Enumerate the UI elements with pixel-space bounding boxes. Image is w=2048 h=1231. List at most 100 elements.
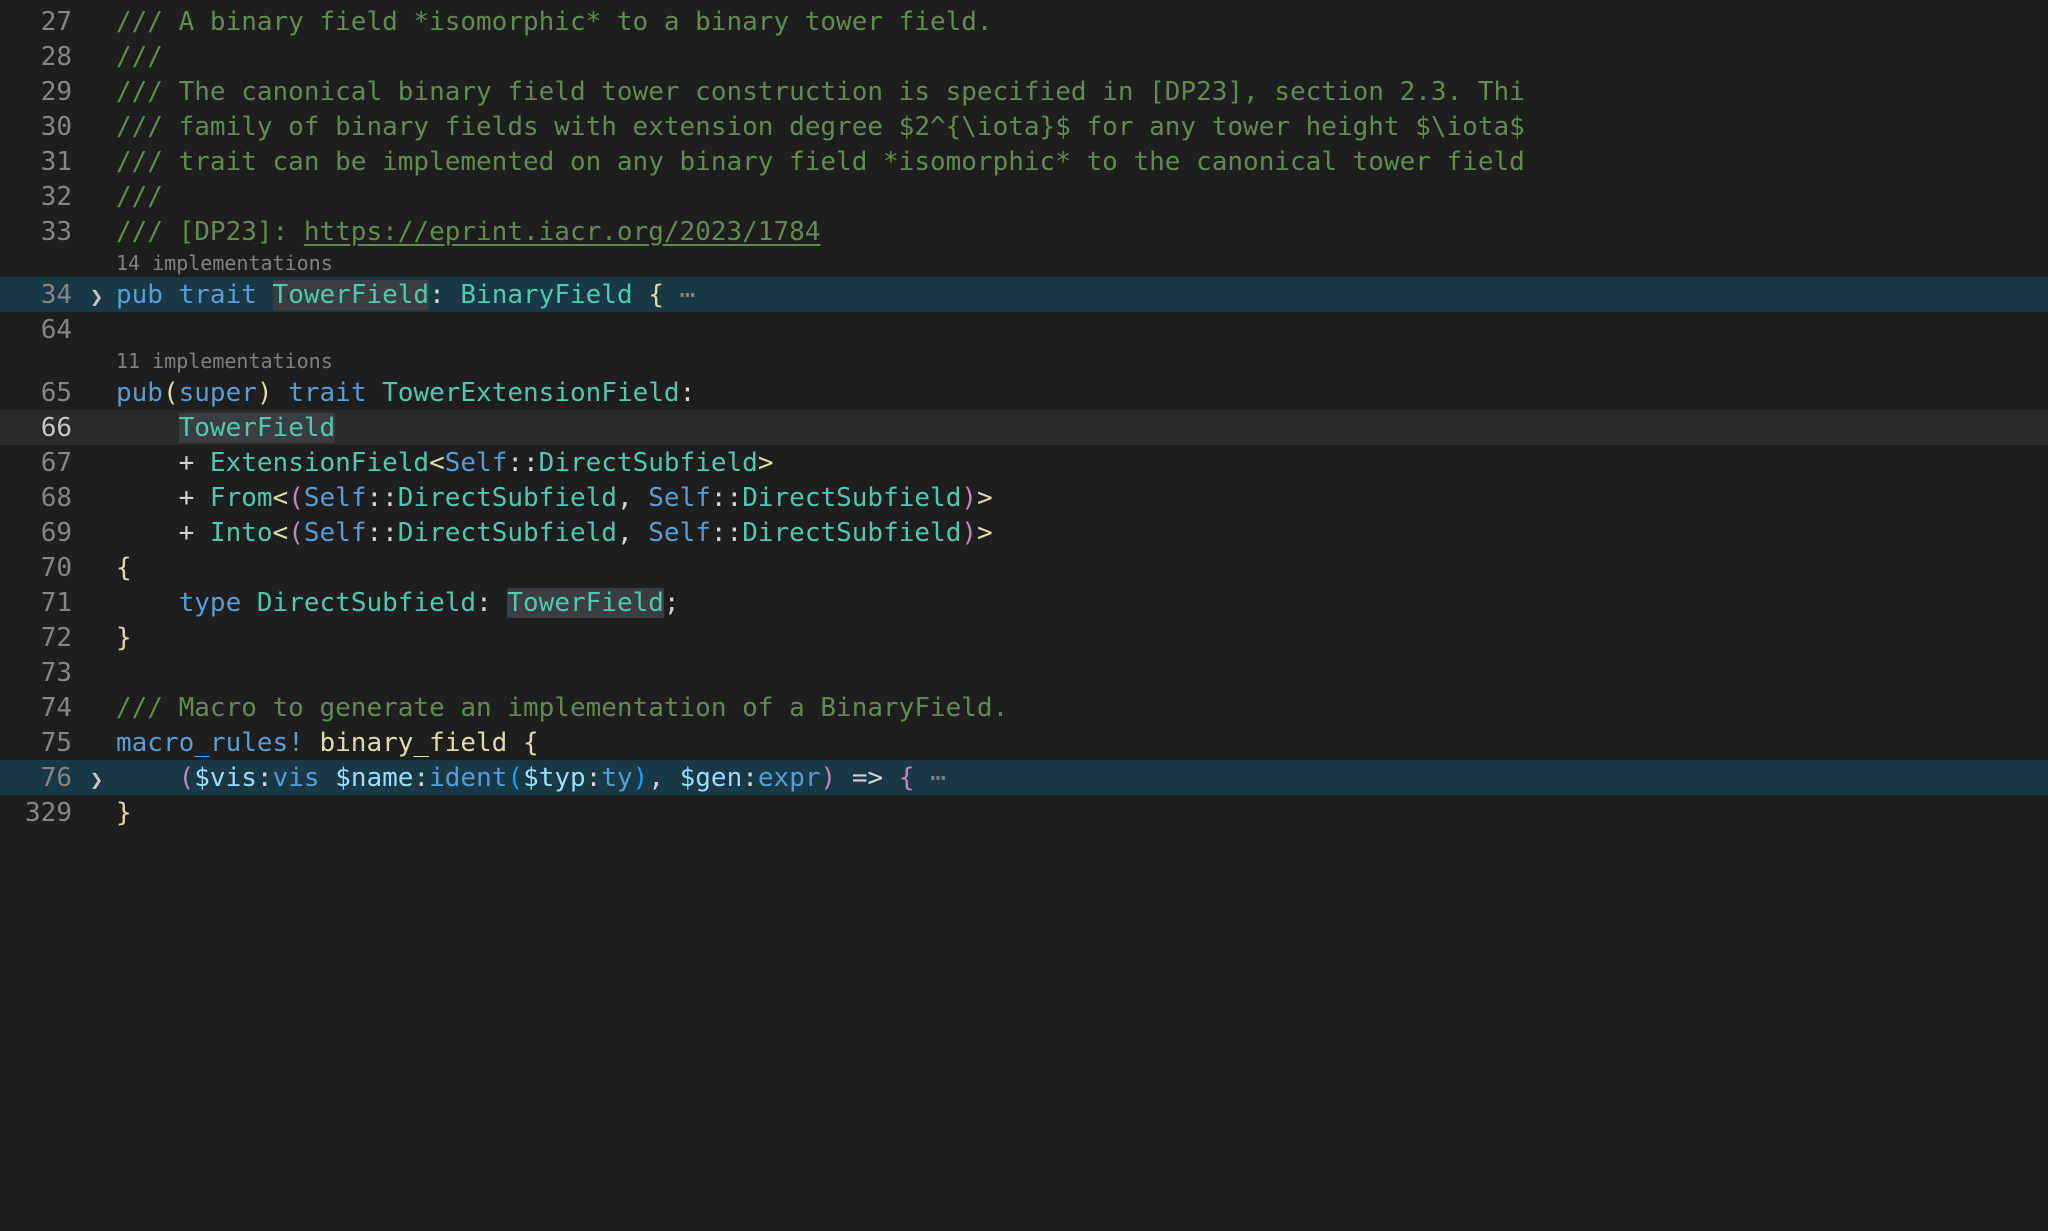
punct: :: [429, 280, 460, 310]
fold-chevron-icon[interactable]: ❯: [90, 280, 116, 310]
chevron-right-icon: ❯: [90, 287, 103, 309]
code-line[interactable]: 30 /// family of binary fields with exte…: [0, 109, 2048, 144]
angle: >: [977, 483, 993, 513]
punct: :: [586, 763, 602, 793]
keyword: trait: [163, 280, 273, 310]
line-number: 70: [0, 553, 90, 583]
code-line[interactable]: 34 ❯ pub trait TowerField: BinaryField {…: [0, 277, 2048, 312]
code-line[interactable]: 70 {: [0, 550, 2048, 585]
fragment-spec: vis: [273, 763, 320, 793]
line-number: 67: [0, 448, 90, 478]
code-line[interactable]: 28 ///: [0, 39, 2048, 74]
brace: }: [116, 798, 132, 828]
punct: ::: [507, 448, 538, 478]
comment: /// family of binary fields with extensi…: [116, 112, 1525, 142]
code-text: macro_rules! binary_field {: [116, 728, 539, 758]
punct: :: [413, 763, 429, 793]
code-line[interactable]: 67 + ExtensionField<Self::DirectSubfield…: [0, 445, 2048, 480]
brace: {: [116, 553, 132, 583]
indent: +: [116, 448, 210, 478]
code-line[interactable]: 65 pub(super) trait TowerExtensionField:: [0, 375, 2048, 410]
code-line[interactable]: 33 /// [DP23]: https://eprint.iacr.org/2…: [0, 214, 2048, 249]
keyword: Self: [648, 483, 711, 513]
type-name: TowerField: [179, 413, 336, 443]
punct: :: [680, 378, 696, 408]
brace: {: [523, 728, 539, 758]
keyword: Self: [304, 483, 367, 513]
angle: <: [273, 518, 289, 548]
angle: >: [758, 448, 774, 478]
fold-chevron-icon[interactable]: ❯: [90, 763, 116, 793]
code-line[interactable]: 76 ❯ ($vis:vis $name:ident($typ:ty), $ge…: [0, 760, 2048, 795]
brace: {: [899, 763, 915, 793]
paren: (: [163, 378, 179, 408]
fragment-spec: ty: [601, 763, 632, 793]
punct: =>: [836, 763, 899, 793]
line-number: 69: [0, 518, 90, 548]
assoc-type: DirectSubfield: [398, 518, 617, 548]
codelens[interactable]: 11 implementations: [0, 347, 2048, 375]
angle: <: [273, 483, 289, 513]
code-line[interactable]: 64: [0, 312, 2048, 347]
fragment-spec: expr: [758, 763, 821, 793]
type-name: TowerExtensionField: [382, 378, 679, 408]
line-number: 31: [0, 147, 90, 177]
keyword: pub: [116, 280, 163, 310]
type-name: BinaryField: [460, 280, 632, 310]
paren: (: [507, 763, 523, 793]
code-line[interactable]: 69 + Into<(Self::DirectSubfield, Self::D…: [0, 515, 2048, 550]
code-line[interactable]: 31 /// trait can be implemented on any b…: [0, 144, 2048, 179]
line-number: 75: [0, 728, 90, 758]
macro-keyword: macro_rules!: [116, 728, 304, 758]
type-name: ExtensionField: [210, 448, 429, 478]
code-line[interactable]: 75 macro_rules! binary_field {: [0, 725, 2048, 760]
keyword: Self: [648, 518, 711, 548]
code-line[interactable]: 74 /// Macro to generate an implementati…: [0, 690, 2048, 725]
line-number: 329: [0, 798, 90, 828]
assoc-type: DirectSubfield: [742, 483, 961, 513]
line-number: 71: [0, 588, 90, 618]
doc-link[interactable]: https://eprint.iacr.org/2023/1784: [304, 217, 821, 247]
macro-var: $name: [335, 763, 413, 793]
code-line[interactable]: 29 /// The canonical binary field tower …: [0, 74, 2048, 109]
code-editor[interactable]: 27 /// A binary field *isomorphic* to a …: [0, 0, 2048, 830]
code-line[interactable]: 32 ///: [0, 179, 2048, 214]
punct: ::: [366, 518, 397, 548]
punct: :: [476, 588, 507, 618]
code-line[interactable]: 72 }: [0, 620, 2048, 655]
comment: ///: [116, 182, 163, 212]
keyword: pub: [116, 378, 163, 408]
punct: ;: [664, 588, 680, 618]
code-text: + ExtensionField<Self::DirectSubfield>: [116, 448, 773, 478]
punct: [633, 280, 649, 310]
code-line[interactable]: 27 /// A binary field *isomorphic* to a …: [0, 4, 2048, 39]
space: [241, 588, 257, 618]
brace: {: [648, 280, 664, 310]
line-number: 74: [0, 693, 90, 723]
macro-var: $gen: [680, 763, 743, 793]
punct: ::: [366, 483, 397, 513]
line-number: 33: [0, 217, 90, 247]
code-line[interactable]: 71 type DirectSubfield: TowerField;: [0, 585, 2048, 620]
code-line[interactable]: 329 }: [0, 795, 2048, 830]
code-line-current[interactable]: 66 TowerField: [0, 410, 2048, 445]
paren: (: [288, 518, 304, 548]
keyword: super: [179, 378, 257, 408]
folded-code-icon[interactable]: ⋯: [914, 763, 945, 793]
keyword: Self: [445, 448, 508, 478]
code-line[interactable]: 68 + From<(Self::DirectSubfield, Self::D…: [0, 480, 2048, 515]
paren: ): [961, 518, 977, 548]
folded-code-icon[interactable]: ⋯: [664, 280, 695, 310]
code-text: /// [DP23]: https://eprint.iacr.org/2023…: [116, 217, 820, 247]
keyword: trait: [273, 378, 383, 408]
code-line[interactable]: 73: [0, 655, 2048, 690]
type-name: TowerField: [507, 588, 664, 618]
code-text: TowerField: [116, 413, 335, 443]
line-number: 72: [0, 623, 90, 653]
paren: ): [257, 378, 273, 408]
line-number: 66: [0, 413, 90, 443]
indent: +: [116, 518, 210, 548]
codelens[interactable]: 14 implementations: [0, 249, 2048, 277]
line-number: 28: [0, 42, 90, 72]
punct: ,: [648, 763, 679, 793]
